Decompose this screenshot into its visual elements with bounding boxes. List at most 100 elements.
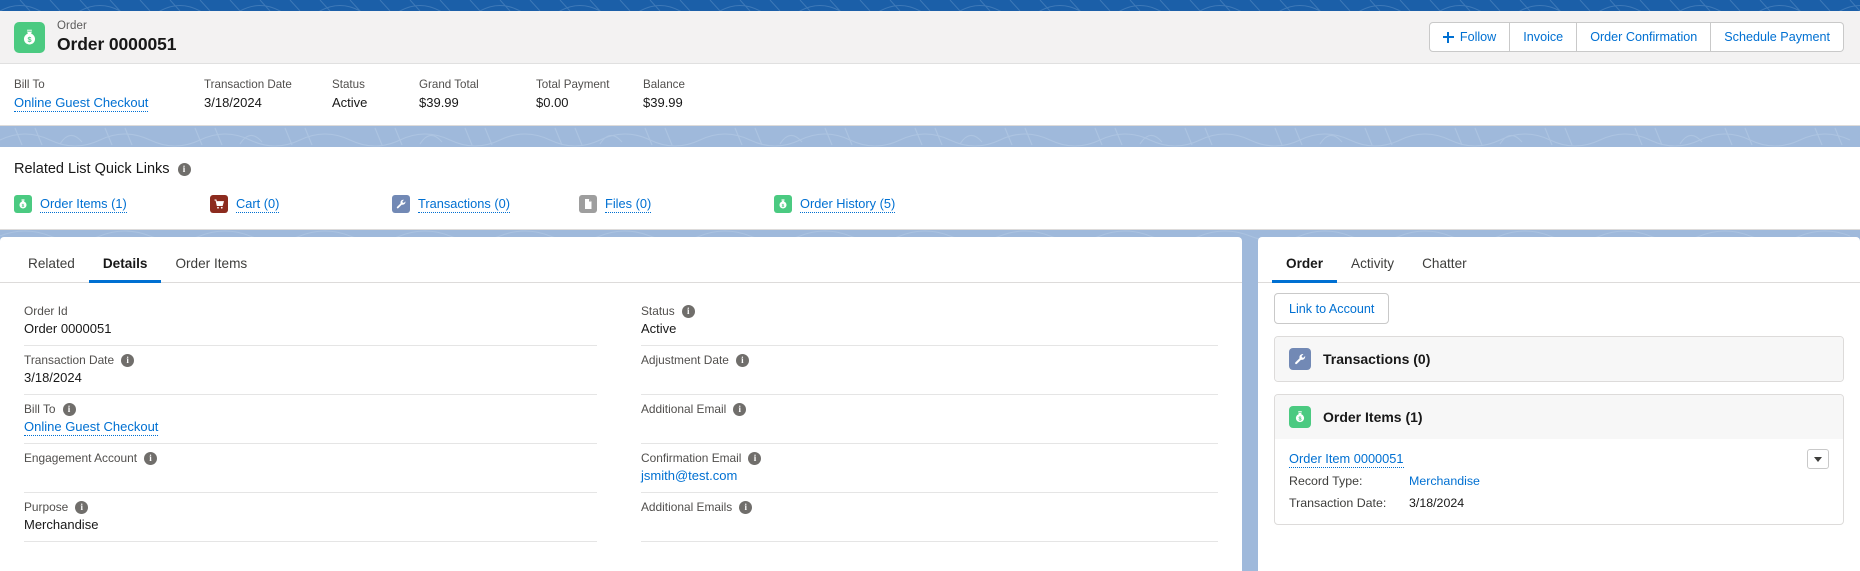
money-bag-icon: $: [14, 22, 45, 53]
field-engagement-account: Engagement Account i: [24, 444, 597, 493]
side-card-header[interactable]: $ Order Items (1): [1275, 395, 1843, 439]
svg-text:$: $: [782, 203, 785, 209]
field-label-text: Additional Email: [641, 402, 726, 416]
quick-links-header: Related List Quick Links i: [14, 161, 1860, 177]
field-bill-to: Bill To i Online Guest Checkout: [24, 395, 597, 444]
svg-text:$: $: [27, 34, 31, 43]
info-icon[interactable]: i: [748, 452, 761, 465]
info-icon[interactable]: i: [739, 501, 752, 514]
record-header-actions: Follow Invoice Order Confirmation Schedu…: [1429, 22, 1844, 52]
panel-gutter: [1242, 237, 1258, 571]
quick-link-label[interactable]: Order History (5): [800, 196, 895, 213]
field-label: Bill To i: [24, 402, 597, 416]
field-label-text: Confirmation Email: [641, 451, 741, 465]
top-decorative-banner: [0, 0, 1860, 11]
tab-activity[interactable]: Activity: [1337, 256, 1408, 282]
field-value: [641, 370, 1218, 386]
highlights-panel: Bill To Online Guest Checkout Transactio…: [0, 64, 1860, 126]
quick-link-cart[interactable]: Cart (0): [210, 195, 392, 213]
link-to-account-button[interactable]: Link to Account: [1274, 293, 1389, 324]
tab-order-items[interactable]: Order Items: [161, 256, 261, 282]
side-panel-body: Link to Account Transactions (0) $ Order…: [1258, 283, 1860, 525]
cart-icon: [210, 195, 228, 213]
side-card-title: Order Items (1): [1323, 409, 1423, 425]
highlight-label: Transaction Date: [204, 78, 332, 91]
row-key: Record Type:: [1289, 473, 1409, 490]
field-status: Status i Active: [641, 297, 1218, 346]
quick-link-label[interactable]: Cart (0): [236, 196, 279, 213]
info-icon[interactable]: i: [121, 354, 134, 367]
field-confirmation-email: Confirmation Email i jsmith@test.com: [641, 444, 1218, 493]
info-icon[interactable]: i: [63, 403, 76, 416]
highlight-field-transaction-date: Transaction Date 3/18/2024: [204, 78, 332, 110]
info-icon[interactable]: i: [733, 403, 746, 416]
bill-to-link[interactable]: Online Guest Checkout: [14, 95, 148, 112]
quick-link-label[interactable]: Order Items (1): [40, 196, 127, 213]
order-confirmation-button[interactable]: Order Confirmation: [1577, 22, 1711, 52]
invoice-button[interactable]: Invoice: [1510, 22, 1577, 52]
quick-link-files[interactable]: Files (0): [579, 195, 774, 213]
schedule-payment-button[interactable]: Schedule Payment: [1711, 22, 1844, 52]
svg-text:$: $: [22, 203, 25, 209]
quick-links-title: Related List Quick Links: [14, 161, 170, 177]
info-icon[interactable]: i: [75, 501, 88, 514]
tab-details[interactable]: Details: [89, 256, 162, 282]
quick-link-order-history[interactable]: $ Order History (5): [774, 195, 895, 213]
detail-column-right: Status i Active Adjustment Date i Additi…: [621, 297, 1218, 542]
order-item-record-link[interactable]: Order Item 0000051: [1289, 451, 1404, 468]
quick-links-row: $ Order Items (1) Cart (0) Transactions …: [14, 195, 1860, 213]
info-icon[interactable]: i: [682, 305, 695, 318]
field-additional-email: Additional Email i: [641, 395, 1218, 444]
money-bag-icon: $: [1289, 406, 1311, 428]
chevron-down-icon: [1814, 457, 1822, 462]
file-icon: [579, 195, 597, 213]
wrench-icon: [392, 195, 410, 213]
quick-link-label[interactable]: Files (0): [605, 196, 651, 213]
field-label: Transaction Date i: [24, 353, 597, 367]
follow-button[interactable]: Follow: [1429, 22, 1510, 52]
row-key: Transaction Date:: [1289, 495, 1409, 512]
field-additional-emails: Additional Emails i: [641, 493, 1218, 542]
side-card-header[interactable]: Transactions (0): [1275, 337, 1843, 381]
highlight-field-status: Status Active: [332, 78, 419, 110]
field-purpose: Purpose i Merchandise: [24, 493, 597, 542]
field-value: [641, 517, 1218, 533]
field-label: Purpose i: [24, 500, 597, 514]
highlight-label: Balance: [643, 78, 743, 91]
tab-order[interactable]: Order: [1272, 256, 1337, 282]
tab-related[interactable]: Related: [14, 256, 89, 282]
side-tab-bar: Order Activity Chatter: [1258, 237, 1860, 283]
quick-link-order-items[interactable]: $ Order Items (1): [14, 195, 210, 213]
side-card-row: Transaction Date: 3/18/2024: [1289, 495, 1829, 512]
highlight-field-balance: Balance $39.99: [643, 78, 743, 110]
row-actions-menu-button[interactable]: [1807, 449, 1829, 469]
side-card-body: Order Item 0000051 Record Type: Merchand…: [1275, 439, 1843, 524]
side-card-transactions: Transactions (0): [1274, 336, 1844, 382]
highlight-field-bill-to: Bill To Online Guest Checkout: [14, 78, 204, 110]
field-value: Active: [641, 321, 1218, 337]
wrench-icon: [1289, 348, 1311, 370]
band-pattern: [0, 126, 1860, 147]
detail-tab-bar: Related Details Order Items: [0, 237, 1242, 283]
info-icon[interactable]: i: [736, 354, 749, 367]
bill-to-link[interactable]: Online Guest Checkout: [24, 419, 158, 436]
field-value: jsmith@test.com: [641, 468, 1218, 484]
row-value: Merchandise: [1409, 473, 1480, 490]
field-label: Additional Email i: [641, 402, 1218, 416]
field-value: Order 0000051: [24, 321, 597, 337]
record-type-link[interactable]: Merchandise: [1409, 474, 1480, 488]
field-label-text: Bill To: [24, 402, 56, 416]
tab-chatter[interactable]: Chatter: [1408, 256, 1481, 282]
highlight-value: $39.99: [419, 95, 536, 110]
quick-link-label[interactable]: Transactions (0): [418, 196, 510, 213]
field-label-text: Additional Emails: [641, 500, 732, 514]
confirmation-email-link[interactable]: jsmith@test.com: [641, 468, 737, 483]
info-icon[interactable]: i: [178, 163, 191, 176]
info-icon[interactable]: i: [144, 452, 157, 465]
row-value: 3/18/2024: [1409, 495, 1464, 512]
money-bag-icon: $: [774, 195, 792, 213]
field-value: Merchandise: [24, 517, 597, 533]
quick-link-transactions[interactable]: Transactions (0): [392, 195, 579, 213]
banner-pattern: [0, 0, 1860, 11]
field-value: Online Guest Checkout: [24, 419, 597, 435]
